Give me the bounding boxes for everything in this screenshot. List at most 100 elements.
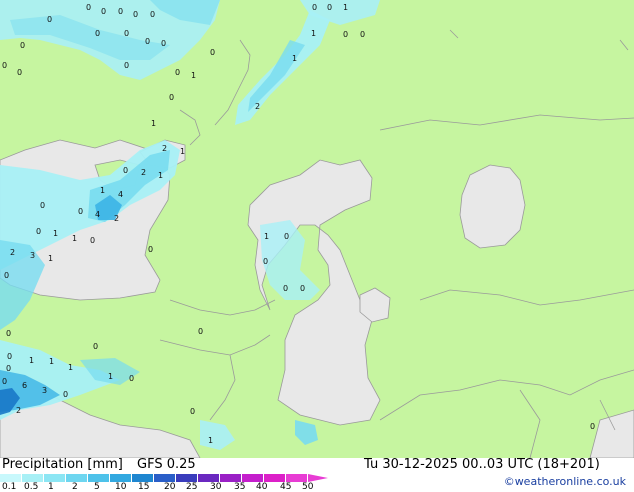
legend-tick: 50 (302, 482, 314, 492)
value-label: 0 (263, 257, 269, 266)
value-label: 3 (30, 251, 36, 260)
legend-tick: 1 (48, 482, 54, 492)
value-label: 0 (327, 3, 333, 12)
legend-tick: 25 (186, 482, 198, 492)
legend-tick: 35 (234, 482, 246, 492)
value-label: 0 (40, 201, 46, 210)
map-canvas (0, 0, 634, 458)
value-label: 0 (150, 10, 156, 19)
value-label: 0 (590, 422, 596, 431)
value-label: 0 (198, 327, 204, 336)
value-label: 0 (284, 232, 290, 241)
legend-swatch (154, 474, 176, 482)
legend-tick: 0.1 (2, 482, 17, 492)
value-label: 3 (42, 386, 48, 395)
legend-tick: 15 (138, 482, 150, 492)
value-label: 0 (360, 30, 366, 39)
value-label: 2 (10, 248, 16, 257)
value-label: 0 (7, 352, 13, 361)
legend-swatch (198, 474, 220, 482)
legend-swatch (0, 474, 22, 482)
value-label: 1 (49, 357, 55, 366)
value-label: 2 (141, 168, 147, 177)
value-label: 4 (95, 210, 101, 219)
legend-swatch (66, 474, 88, 482)
value-label: 1 (191, 71, 197, 80)
value-label: 0 (17, 68, 23, 77)
legend-swatch (22, 474, 44, 482)
legend-tick: 45 (280, 482, 292, 492)
value-label: 1 (151, 119, 157, 128)
precipitation-map[interactable]: 0 0 0 0 0 0 0 0 0 0 0 0 0 0 0 0 1 0 1 0 … (0, 0, 634, 458)
value-label: 0 (175, 68, 181, 77)
value-label: 1 (292, 54, 298, 63)
value-label: 6 (22, 381, 28, 390)
value-label: 4 (118, 190, 124, 199)
value-label: 0 (63, 390, 69, 399)
value-label: 1 (264, 232, 270, 241)
value-label: 1 (68, 363, 74, 372)
value-label: 1 (72, 234, 78, 243)
legend-swatch (176, 474, 198, 482)
value-label: 1 (311, 29, 317, 38)
legend-swatch (242, 474, 264, 482)
value-label: 1 (100, 186, 106, 195)
value-label: 0 (161, 39, 167, 48)
legend-tick: 30 (210, 482, 222, 492)
title-label: Precipitation [mm] (2, 457, 123, 472)
value-label: 2 (114, 214, 120, 223)
value-label: 0 (283, 284, 289, 293)
value-label: 1 (180, 147, 186, 156)
value-label: 1 (343, 3, 349, 12)
legend-tick: 5 (94, 482, 100, 492)
legend-swatch (220, 474, 242, 482)
value-label: 0 (47, 15, 53, 24)
value-label: 0 (124, 61, 130, 70)
value-label: 0 (78, 207, 84, 216)
credit-link[interactable]: ©weatheronline.co.uk (504, 475, 626, 488)
value-label: 0 (190, 407, 196, 416)
legend-arrow (308, 474, 328, 482)
value-label: 1 (29, 356, 35, 365)
persian-gulf (589, 409, 634, 458)
value-label: 0 (169, 93, 175, 102)
value-label: 0 (2, 61, 8, 70)
value-label: 0 (123, 166, 129, 175)
value-label: 0 (93, 342, 99, 351)
value-label: 0 (20, 41, 26, 50)
legend-swatch (44, 474, 66, 482)
value-label: 0 (36, 227, 42, 236)
value-label: 2 (255, 102, 261, 111)
legend-swatch (88, 474, 110, 482)
legend-swatch (132, 474, 154, 482)
value-label: 0 (6, 329, 12, 338)
legend-tick: 40 (256, 482, 268, 492)
value-label: 0 (312, 3, 318, 12)
value-label: 0 (86, 3, 92, 12)
value-label: 0 (145, 37, 151, 46)
value-label: 0 (4, 271, 10, 280)
value-label: 0 (300, 284, 306, 293)
value-label: 0 (343, 30, 349, 39)
precipitation-legend (0, 474, 330, 482)
value-label: 0 (129, 374, 135, 383)
value-label: 2 (162, 144, 168, 153)
legend-tick: 20 (164, 482, 176, 492)
value-label: 0 (95, 29, 101, 38)
datetime-label: Tu 30-12-2025 00..03 UTC (18+201) (364, 457, 600, 472)
legend-swatch (286, 474, 308, 482)
value-label: 0 (6, 364, 12, 373)
value-label: 1 (108, 372, 114, 381)
value-label: 1 (48, 254, 54, 263)
legend-tick: 0.5 (24, 482, 39, 492)
value-label: 0 (210, 48, 216, 57)
value-label: 0 (124, 29, 130, 38)
value-label: 0 (118, 7, 124, 16)
value-label: 0 (101, 7, 107, 16)
value-label: 2 (16, 406, 22, 415)
value-label: 1 (53, 229, 59, 238)
legend-tick: 2 (72, 482, 78, 492)
legend-swatch (264, 474, 286, 482)
legend-tick: 10 (115, 482, 127, 492)
value-label: 0 (133, 10, 139, 19)
